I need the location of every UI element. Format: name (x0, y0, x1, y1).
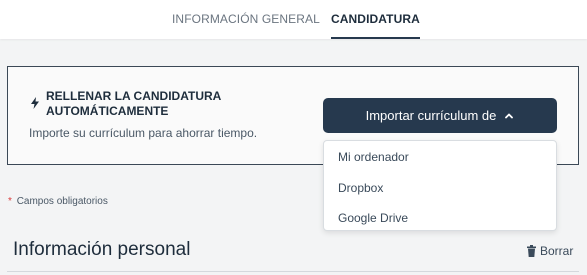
trash-icon (527, 245, 536, 257)
menu-item-dropbox[interactable]: Dropbox (338, 181, 383, 195)
required-fields-text: Campos obligatorios (16, 196, 108, 207)
personal-info-heading: Información personal (13, 239, 191, 260)
section-divider (7, 271, 579, 272)
tab-informacion-general[interactable]: INFORMACIÓN GENERAL (172, 12, 320, 39)
import-resume-label: Importar currículum de (365, 108, 497, 123)
delete-label: Borrar (540, 244, 574, 258)
menu-item-mi-ordenador[interactable]: Mi ordenador (338, 150, 409, 164)
chevron-up-icon (505, 113, 514, 118)
import-source-menu: Mi ordenador Dropbox Google Drive (323, 140, 557, 231)
application-page: INFORMACIÓN GENERAL CANDIDATURA RELLENAR… (0, 0, 587, 275)
required-fields-note: * Campos obligatorios (8, 196, 108, 207)
delete-button[interactable]: Borrar (526, 244, 573, 258)
autofill-title-line1: RELLENAR LA CANDIDATURA (46, 89, 222, 103)
autofill-subtitle: Importe su currículum para ahorrar tiemp… (29, 126, 258, 140)
required-asterisk: * (8, 196, 12, 207)
tab-candidatura[interactable]: CANDIDATURA (331, 12, 420, 39)
tabs-bar: INFORMACIÓN GENERAL CANDIDATURA (0, 0, 587, 39)
import-resume-button[interactable]: Importar currículum de (323, 98, 557, 133)
lightning-bolt-icon (31, 97, 39, 109)
autofill-title: RELLENAR LA CANDIDATURA AUTOMÁTICAMENTE (46, 89, 276, 119)
menu-item-google-drive[interactable]: Google Drive (338, 211, 408, 225)
autofill-title-line2: AUTOMÁTICAMENTE (46, 104, 169, 118)
